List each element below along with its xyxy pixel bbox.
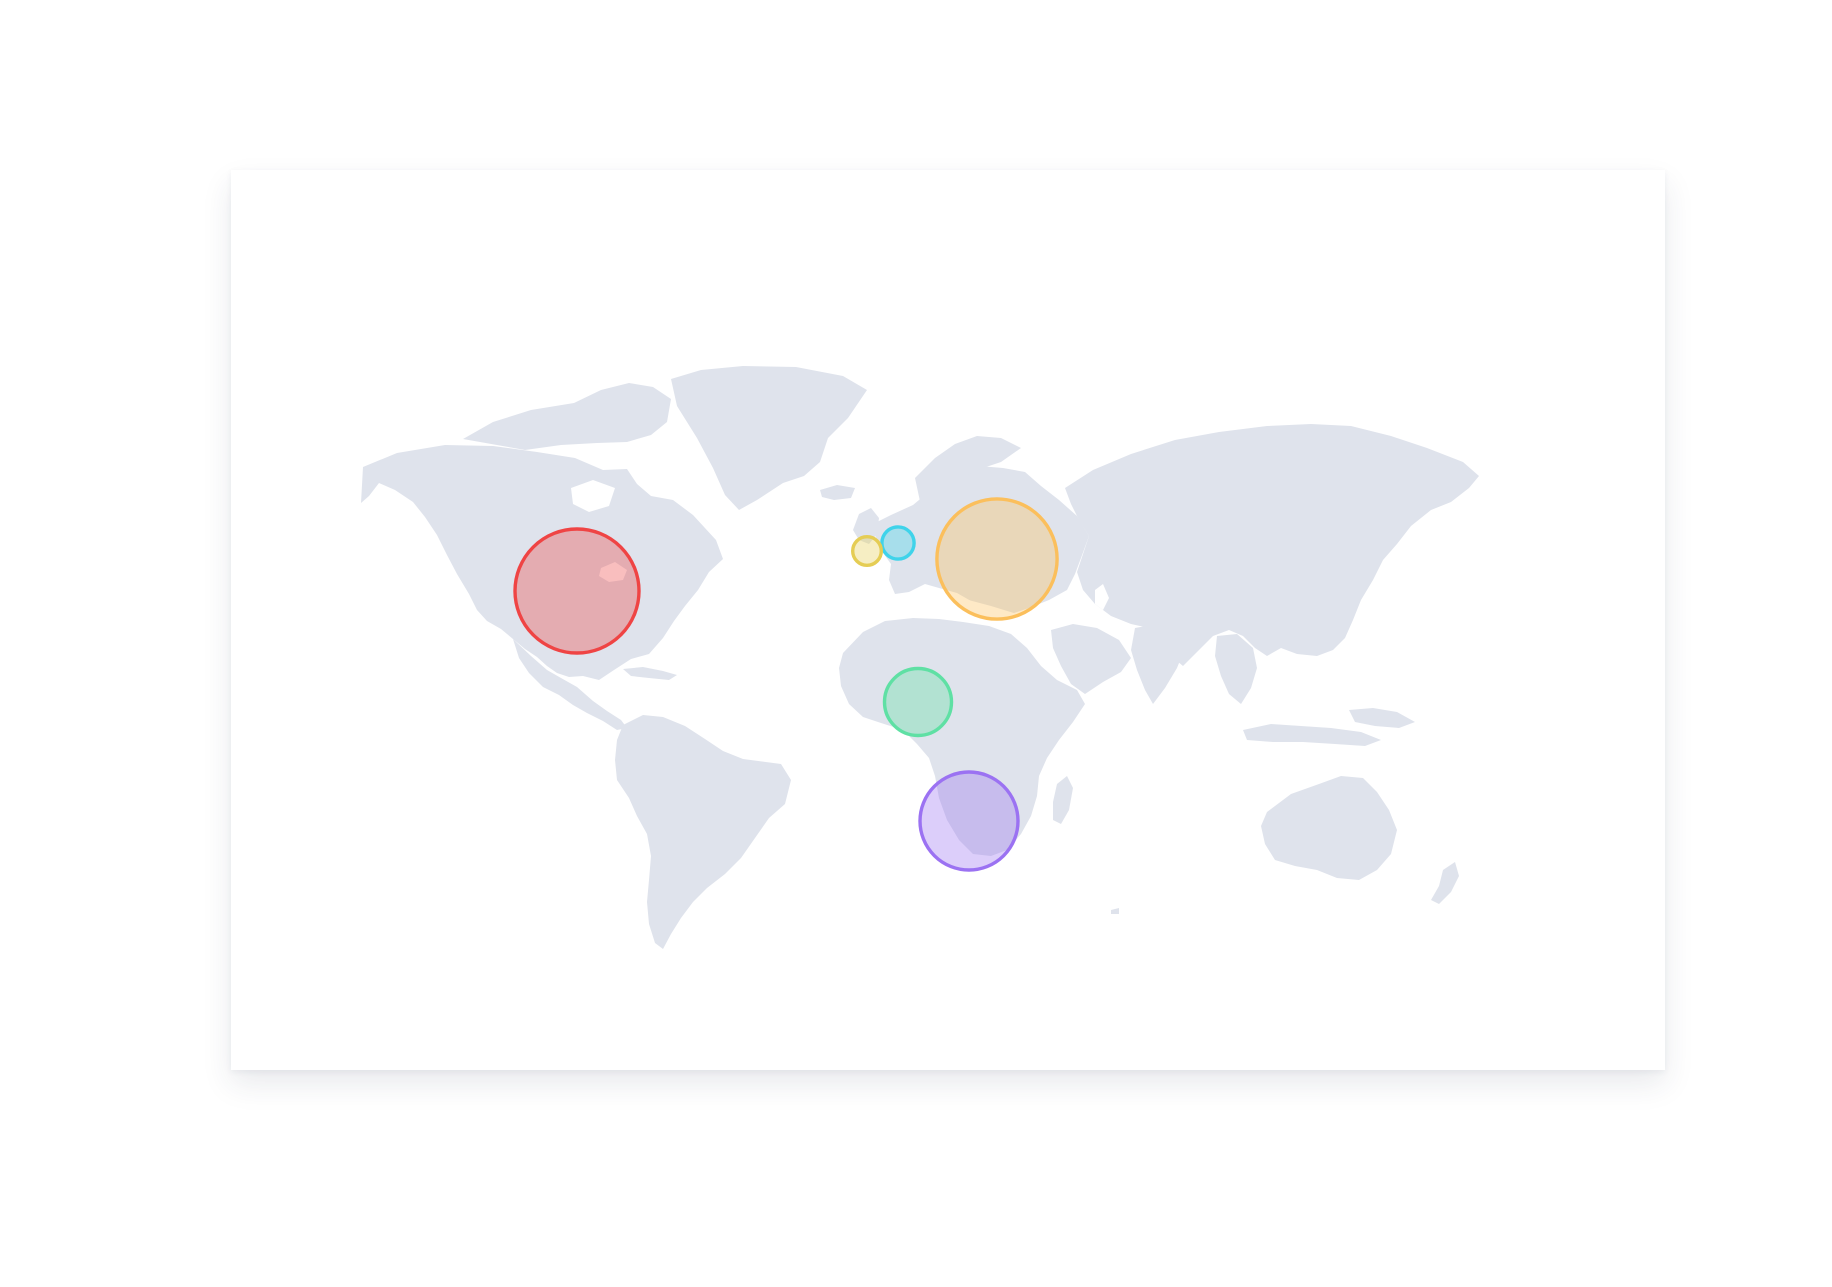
land-small-island xyxy=(1111,908,1119,914)
land-masses xyxy=(361,366,1479,949)
bubble-north-america[interactable] xyxy=(513,527,641,655)
bubble-atlantic-europe[interactable] xyxy=(851,535,884,568)
land-indonesia xyxy=(1243,724,1381,746)
bubble-southern-africa[interactable] xyxy=(918,770,1020,872)
land-south-america xyxy=(615,715,791,949)
land-iceland xyxy=(820,485,855,500)
land-new-guinea xyxy=(1349,708,1415,728)
land-new-zealand xyxy=(1431,862,1459,904)
bubble-western-europe[interactable] xyxy=(880,525,916,561)
world-map[interactable] xyxy=(231,170,1665,1070)
land-asia xyxy=(1065,424,1479,666)
bubble-west-africa[interactable] xyxy=(882,666,954,738)
bubble-europe-east[interactable] xyxy=(935,497,1059,621)
land-arctic-islands xyxy=(463,383,671,450)
page xyxy=(0,0,1832,1287)
land-southeast-asia xyxy=(1215,634,1257,704)
land-caribbean xyxy=(623,667,677,680)
land-india xyxy=(1131,624,1185,704)
land-australia xyxy=(1261,776,1397,880)
map-card xyxy=(231,170,1665,1070)
land-madagascar xyxy=(1053,776,1073,824)
